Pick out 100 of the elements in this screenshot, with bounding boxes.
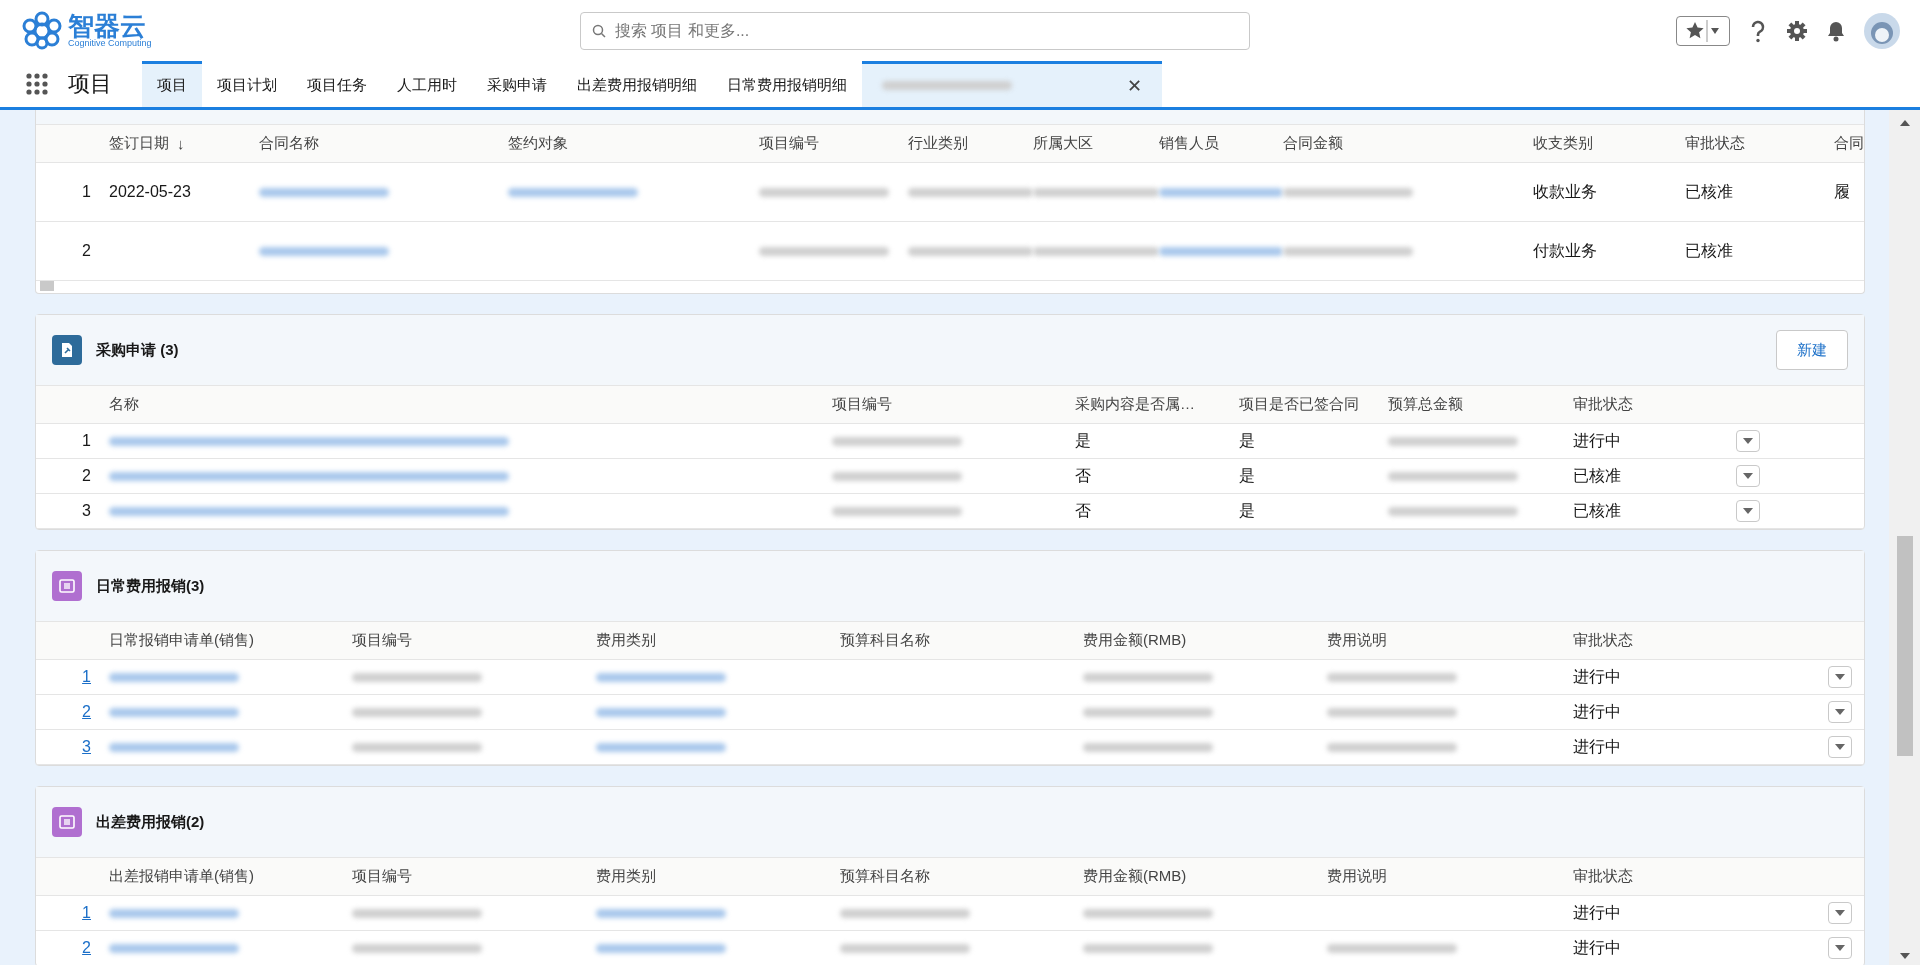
redacted-text[interactable] [596,742,726,752]
close-tab-button[interactable]: ✕ [1126,74,1142,97]
row-menu-button[interactable] [1828,701,1852,723]
redacted-text[interactable] [1159,187,1283,197]
notification-bell-icon[interactable] [1826,19,1846,42]
row-number[interactable]: 1 [82,668,91,686]
row-number: 1 [82,432,91,450]
cloud-logo-icon [20,10,64,51]
redacted-text[interactable] [596,707,726,717]
redacted-text[interactable] [109,436,509,446]
redacted-text[interactable] [109,506,509,516]
column-header: 项目是否已签合同 [1239,395,1359,414]
nav-tab[interactable]: 项目任务 [292,61,382,107]
row-number: 3 [82,502,91,520]
column-header: 名称 [109,395,139,414]
row-number[interactable]: 2 [82,939,91,957]
row-menu-button[interactable] [1736,500,1760,522]
column-header: 项目编号 [352,867,412,886]
table-cell-text: 进行中 [1573,701,1621,722]
redacted-text[interactable] [596,672,726,682]
app-launcher-icon[interactable] [26,73,48,95]
app-name: 项目 [68,70,112,98]
redacted-text[interactable] [259,187,389,197]
row-number[interactable]: 3 [82,738,91,756]
favorites-button[interactable] [1676,15,1730,46]
scroll-down-icon[interactable] [1899,953,1910,959]
column-header: 费用类别 [596,631,656,650]
row-menu-button[interactable] [1828,736,1852,758]
nav-tab[interactable]: 采购申请 [472,61,562,107]
table-cell-text: 否 [1075,465,1091,486]
section-icon [52,807,82,837]
redacted-text[interactable] [109,707,239,717]
avatar-icon[interactable] [1864,12,1900,49]
nav-tab[interactable]: 日常费用报销明细 [712,61,862,107]
logo-tagline: Cognitive Computing [68,39,152,48]
redacted-text[interactable] [259,246,389,256]
sort-arrow-icon[interactable]: ↓ [177,135,185,152]
redacted-text[interactable] [109,742,239,752]
column-header: 审批状态 [1573,631,1633,650]
redacted-text[interactable] [109,943,239,953]
redacted-text[interactable] [508,187,638,197]
column-header: 收支类别 [1533,134,1593,153]
column-header: 预算科目名称 [840,867,930,886]
scroll-up-icon[interactable] [1899,120,1910,126]
column-header: 费用类别 [596,867,656,886]
redacted-text[interactable] [109,471,509,481]
column-header: 所属大区 [1033,134,1093,153]
redacted-text[interactable] [1159,246,1283,256]
row-menu-button[interactable] [1828,902,1852,924]
redacted-text[interactable] [596,908,726,918]
new-button[interactable]: 新建 [1776,330,1848,370]
column-header: 审批状态 [1573,867,1633,886]
caret-icon [1835,674,1845,680]
table-cell-text: 进行中 [1573,736,1621,757]
scrollbar-thumb[interactable] [40,281,54,291]
table-cell-text: 进行中 [1573,666,1621,687]
column-header: 合同金额 [1283,134,1343,153]
column-header: 签订日期 [109,134,169,153]
table-cell-text: 是 [1239,430,1255,451]
scrollbar[interactable] [1889,110,1920,965]
column-header: 合同名称 [259,134,319,153]
row-number: 1 [82,183,91,201]
row-number[interactable]: 2 [82,703,91,721]
row-number[interactable]: 1 [82,904,91,922]
row-menu-button[interactable] [1736,465,1760,487]
column-header: 费用说明 [1327,631,1387,650]
section-icon [52,571,82,601]
redacted-text[interactable] [109,908,239,918]
nav-tab[interactable]: 人工用时 [382,61,472,107]
column-header: 合同 [1834,134,1864,153]
column-header: 行业类别 [908,134,968,153]
column-header: 项目编号 [832,395,892,414]
table-cell-text: 已核准 [1573,500,1621,521]
column-header: 项目编号 [352,631,412,650]
nav-tab[interactable]: ✕ [862,61,1162,107]
settings-icon[interactable] [1786,19,1808,42]
table-cell-text: 已核准 [1573,465,1621,486]
redacted-text[interactable] [109,672,239,682]
table-cell-text: 进行中 [1573,937,1621,958]
redacted-text[interactable] [596,943,726,953]
nav-tab[interactable]: 出差费用报销明细 [562,61,712,107]
column-header: 审批状态 [1573,395,1633,414]
section-title: 采购申请 (3) [96,340,179,360]
column-header: 出差报销申请单(销售) [109,867,254,886]
section-icon [52,335,82,365]
row-menu-button[interactable] [1828,937,1852,959]
nav-tab[interactable]: 项目 [142,61,202,107]
nav-tab[interactable]: 项目计划 [202,61,292,107]
caret-icon [1835,709,1845,715]
table-cell: 2022-05-23 [109,183,191,201]
row-menu-button[interactable] [1828,666,1852,688]
column-header: 费用金额(RMB) [1083,631,1187,650]
row-menu-button[interactable] [1736,430,1760,452]
row-number: 2 [82,242,91,260]
column-header: 费用金额(RMB) [1083,867,1187,886]
column-header: 日常报销申请单(销售) [109,631,254,650]
search-field[interactable]: 搜索 项目 和更多... [580,11,1250,50]
table-cell-text: 是 [1075,430,1091,451]
caret-icon [1743,508,1753,514]
scrollbar-thumb[interactable] [1896,536,1913,756]
